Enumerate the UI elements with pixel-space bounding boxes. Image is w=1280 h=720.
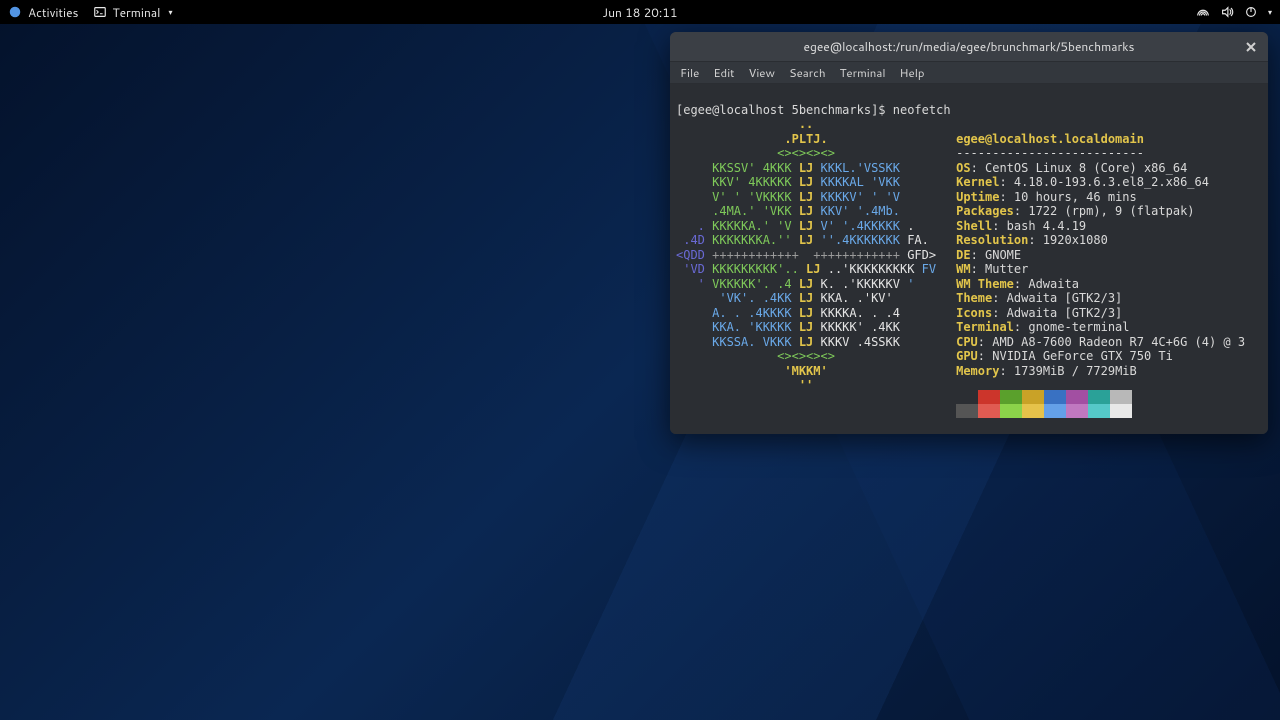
menu-edit[interactable]: Edit [713, 64, 734, 81]
terminal-menubar: File Edit View Search Terminal Help [670, 62, 1268, 84]
terminal-window: egee@localhost:/run/media/egee/brunchmar… [670, 32, 1268, 434]
app-menu[interactable]: Terminal ▾ [93, 4, 173, 21]
terminal-body[interactable]: [egee@localhost 5benchmarks]$ neofetch .… [670, 84, 1268, 434]
neofetch-logo: .. .PLTJ. <><><><> KKSSV' 4KKK LJ KKKL.'… [676, 117, 936, 433]
app-menu-label: Terminal [113, 4, 161, 21]
neofetch-output: .. .PLTJ. <><><><> KKSSV' 4KKK LJ KKKL.'… [676, 117, 1262, 433]
menu-view[interactable]: View [748, 64, 774, 81]
window-titlebar[interactable]: egee@localhost:/run/media/egee/brunchmar… [670, 32, 1268, 62]
activities-button[interactable]: Activities [8, 4, 79, 21]
prompt-line-1: [egee@localhost 5benchmarks]$ neofetch [676, 103, 951, 117]
color-swatches [956, 390, 1245, 418]
neofetch-info: egee@localhost.localdomain -------------… [956, 117, 1245, 433]
network-icon[interactable] [1196, 5, 1210, 19]
menu-search[interactable]: Search [789, 64, 826, 81]
menu-help[interactable]: Help [900, 64, 925, 81]
close-icon [1246, 42, 1256, 52]
window-close-button[interactable] [1242, 38, 1260, 56]
menu-file[interactable]: File [680, 64, 699, 81]
gnome-topbar: Activities Terminal ▾ Jun 18 20:11 ▾ [0, 0, 1280, 24]
terminal-app-icon [93, 5, 107, 19]
power-icon[interactable] [1244, 5, 1258, 19]
activities-label: Activities [28, 4, 79, 21]
window-title: egee@localhost:/run/media/egee/brunchmar… [804, 38, 1135, 55]
activities-icon [8, 5, 22, 19]
clock-label: Jun 18 20:11 [603, 4, 678, 21]
volume-icon[interactable] [1220, 5, 1234, 19]
chevron-down-icon: ▾ [168, 6, 172, 18]
clock[interactable]: Jun 18 20:11 [603, 4, 678, 21]
system-menu-chevron-icon[interactable]: ▾ [1268, 6, 1272, 18]
menu-terminal[interactable]: Terminal [840, 64, 886, 81]
